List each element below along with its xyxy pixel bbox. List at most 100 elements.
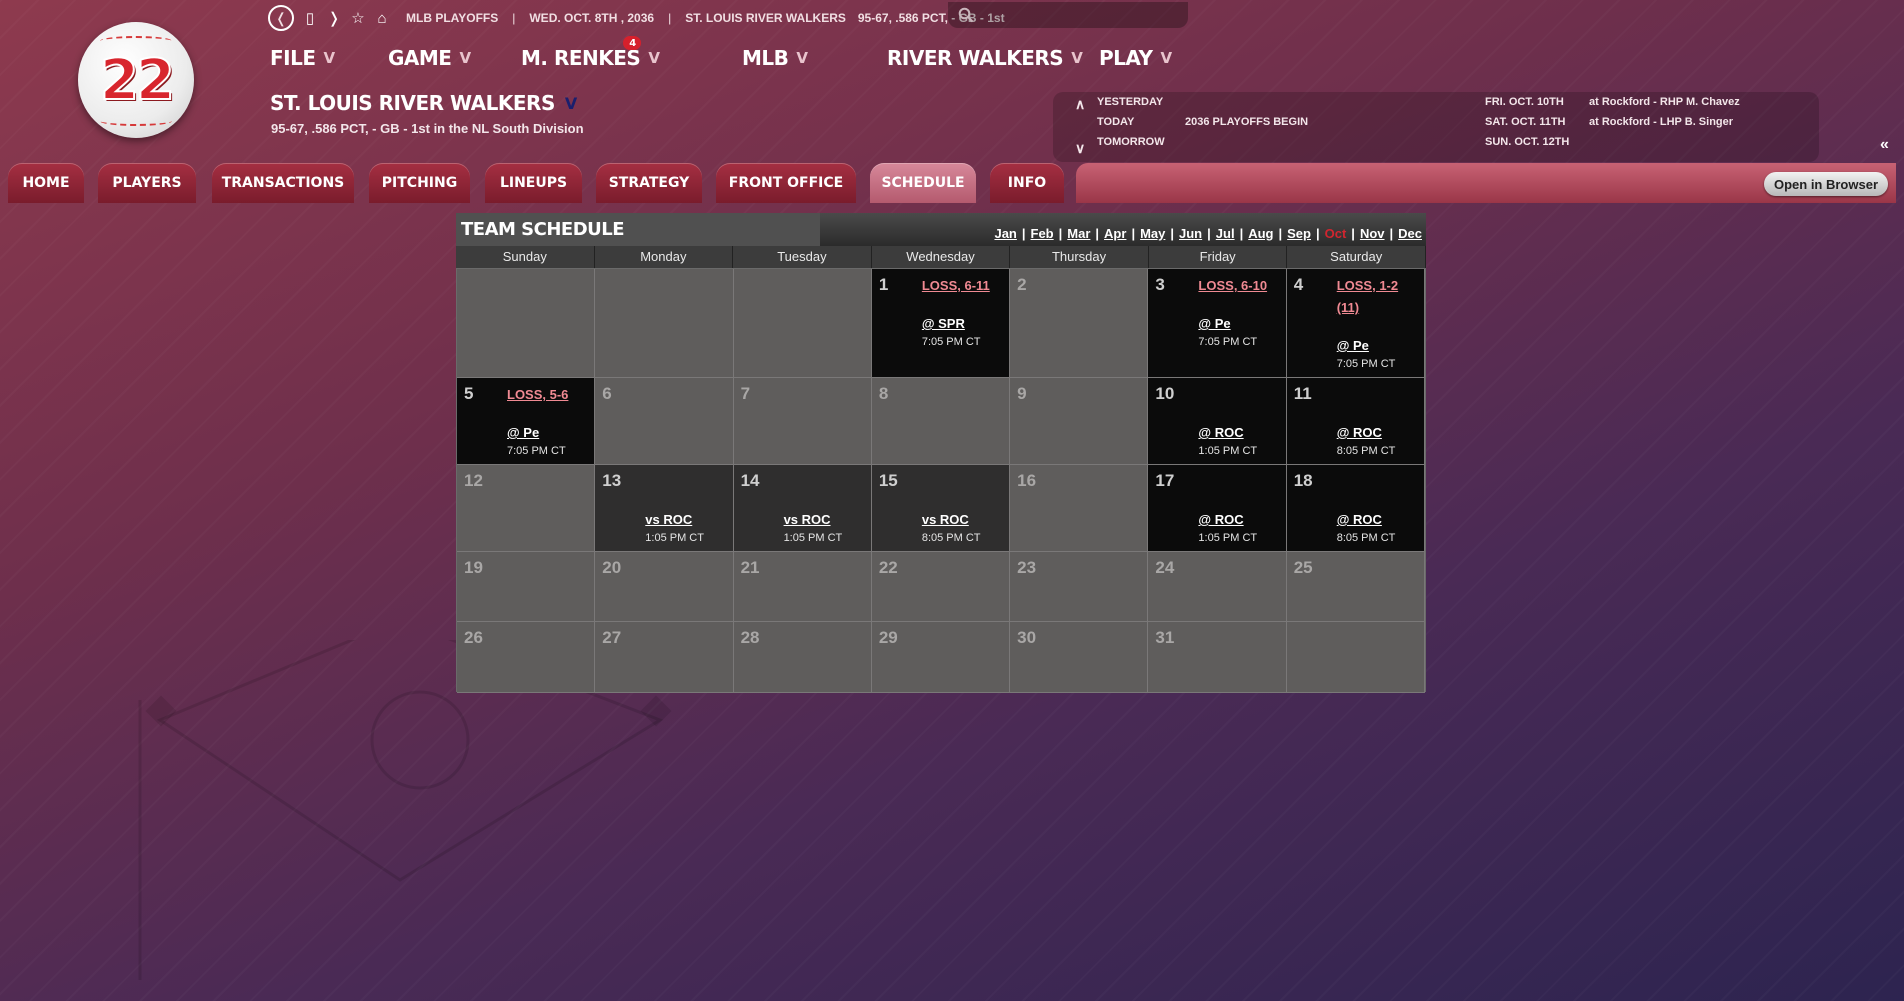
divider: | <box>1207 226 1211 241</box>
opponent-link[interactable]: @ ROC <box>1337 425 1382 440</box>
tab-schedule[interactable]: SCHEDULE <box>870 163 976 203</box>
game-time: 8:05 PM CT <box>1336 532 1396 544</box>
menu-play[interactable]: PLAY V <box>1099 46 1172 70</box>
calendar-day[interactable]: 15 vs ROC 8:05 PM CT <box>871 465 1011 552</box>
menu-mlb[interactable]: MLB V <box>742 46 808 70</box>
tab-strategy[interactable]: STRATEGY <box>596 163 702 203</box>
scroll-up-icon[interactable]: ∧ <box>1075 96 1085 113</box>
calendar-day: 19 <box>457 552 596 622</box>
chevron-down-icon: V <box>564 93 577 113</box>
opponent-link[interactable]: vs ROC <box>645 512 692 527</box>
day-number: 3 <box>1155 275 1165 294</box>
calendar-day-empty <box>733 269 872 378</box>
tab-players[interactable]: PLAYERS <box>98 163 196 203</box>
calendar-day: 27 <box>595 622 734 693</box>
tab-transactions[interactable]: TRANSACTIONS <box>212 163 354 203</box>
opponent-link[interactable]: @ SPR <box>922 316 965 331</box>
opponent-link[interactable]: @ ROC <box>1198 512 1243 527</box>
calendar-day: 22 <box>871 552 1011 622</box>
opponent-link[interactable]: vs ROC <box>922 512 969 527</box>
opponent-link[interactable]: @ Pe <box>1198 316 1230 331</box>
divider: | <box>1315 226 1320 241</box>
calendar-day[interactable]: 14 vs ROC 1:05 PM CT <box>733 465 872 552</box>
tomorrow-label: TOMORROW <box>1097 136 1165 148</box>
calendar-day[interactable]: 3 LOSS, 6-10 @ Pe 7:05 PM CT <box>1148 269 1287 378</box>
menu-file[interactable]: FILE V <box>270 46 335 70</box>
schedule-date: SAT. OCT. 11TH <box>1485 116 1566 128</box>
game-result-link[interactable]: LOSS, 1-2 (11) <box>1337 275 1407 319</box>
divider: | <box>1095 226 1100 241</box>
month-link-jun[interactable]: Jun <box>1179 226 1202 241</box>
calendar-day[interactable]: 4 LOSS, 1-2 (11) @ Pe 7:05 PM CT <box>1286 269 1425 378</box>
home-icon[interactable]: ⌂ <box>374 10 390 27</box>
tab-front-office[interactable]: FRONT OFFICE <box>716 163 856 203</box>
back-button[interactable]: ❬ <box>268 5 294 31</box>
ball-stitch <box>100 36 172 46</box>
divider: | <box>1389 226 1394 241</box>
chevron-down-icon: V <box>1071 49 1083 67</box>
schedule-game[interactable]: at Rockford - RHP M. Chavez <box>1589 96 1740 108</box>
open-in-browser-button[interactable]: Open in Browser <box>1764 172 1888 196</box>
calendar-day: 8 <box>871 378 1011 465</box>
menu-team[interactable]: RIVER WALKERS V <box>887 46 1083 70</box>
tab-home[interactable]: HOME <box>8 163 84 203</box>
calendar-day[interactable]: 5 LOSS, 5-6 @ Pe 7:05 PM CT <box>457 378 596 465</box>
top-info-strip: ❬ ▯ ❭ ☆ ⌂ MLB PLAYOFFS | WED. OCT. 8TH ,… <box>268 5 1005 31</box>
opponent-link[interactable]: @ ROC <box>1337 512 1382 527</box>
tab-pitching[interactable]: PITCHING <box>369 163 470 203</box>
team-title[interactable]: ST. LOUIS RIVER WALKERS V <box>270 91 577 115</box>
weekday-label: Sunday <box>456 246 595 268</box>
calendar-grid: 1 LOSS, 6-11 @ SPR 7:05 PM CT 2 3 LOSS, … <box>456 268 1426 693</box>
opponent-link[interactable]: vs ROC <box>784 512 831 527</box>
opponent-link[interactable]: @ ROC <box>1198 425 1243 440</box>
calendar-day[interactable]: 11 @ ROC 8:05 PM CT <box>1286 378 1425 465</box>
calendar-day[interactable]: 17 @ ROC 1:05 PM CT <box>1148 465 1287 552</box>
month-link-mar[interactable]: Mar <box>1067 226 1090 241</box>
divider: | <box>1278 226 1283 241</box>
calendar-day[interactable]: 1 LOSS, 6-11 @ SPR 7:05 PM CT <box>871 269 1011 378</box>
game-result-link[interactable]: LOSS, 6-10 <box>1198 275 1278 297</box>
day-number: 29 <box>878 628 898 647</box>
game-logo[interactable]: 22 <box>78 22 194 138</box>
month-link-feb[interactable]: Feb <box>1031 226 1054 241</box>
calendar-day[interactable]: 10 @ ROC 1:05 PM CT <box>1148 378 1287 465</box>
month-link-aug[interactable]: Aug <box>1248 226 1273 241</box>
bookmark-icon[interactable]: ▯ <box>302 9 318 27</box>
day-number: 7 <box>740 384 751 403</box>
game-time: 7:05 PM CT <box>1198 336 1258 348</box>
scroll-down-icon[interactable]: ∨ <box>1075 140 1085 157</box>
month-link-oct[interactable]: Oct <box>1325 226 1347 241</box>
schedule-row-tomorrow: TOMORROW SUN. OCT. 12TH <box>1097 136 1797 148</box>
game-result-link[interactable]: LOSS, 5-6 <box>507 384 587 406</box>
collapse-panel-icon[interactable]: « <box>1880 136 1889 154</box>
tab-info[interactable]: INFO <box>990 163 1064 203</box>
calendar-day[interactable]: 13 vs ROC 1:05 PM CT <box>595 465 734 552</box>
opponent-link[interactable]: @ Pe <box>1337 338 1369 353</box>
team-schedule-calendar: TEAM SCHEDULE Jan | Feb | Mar | Apr | May | J… <box>456 213 1426 693</box>
month-link-nov[interactable]: Nov <box>1360 226 1385 241</box>
opponent-link[interactable]: @ Pe <box>507 425 539 440</box>
day-number: 10 <box>1155 384 1175 403</box>
star-icon[interactable]: ☆ <box>350 9 366 27</box>
menu-manager[interactable]: M. RENKES V 4 <box>521 36 660 70</box>
forward-arrow-icon[interactable]: ❭ <box>326 9 342 27</box>
divider: | <box>1239 226 1244 241</box>
month-link-sep[interactable]: Sep <box>1287 226 1311 241</box>
calendar-day: 2 <box>1010 269 1149 378</box>
month-link-may[interactable]: May <box>1140 226 1165 241</box>
month-link-jul[interactable]: Jul <box>1216 226 1235 241</box>
month-link-apr[interactable]: Apr <box>1104 226 1126 241</box>
calendar-day: 6 <box>595 378 734 465</box>
tab-lineups[interactable]: LINEUPS <box>485 163 582 203</box>
search-input[interactable] <box>948 2 1188 28</box>
game-result-link[interactable]: LOSS, 6-11 <box>922 275 1002 297</box>
game-time: 1:05 PM CT <box>783 532 843 544</box>
schedule-game[interactable]: at Rockford - LHP B. Singer <box>1589 116 1733 128</box>
month-link-jan[interactable]: Jan <box>994 226 1016 241</box>
logo-number: 22 <box>99 47 176 114</box>
calendar-day: 23 <box>1010 552 1149 622</box>
month-link-dec[interactable]: Dec <box>1398 226 1422 241</box>
menu-game[interactable]: GAME V <box>388 46 471 70</box>
game-time: 7:05 PM CT <box>921 336 981 348</box>
calendar-day[interactable]: 18 @ ROC 8:05 PM CT <box>1286 465 1425 552</box>
